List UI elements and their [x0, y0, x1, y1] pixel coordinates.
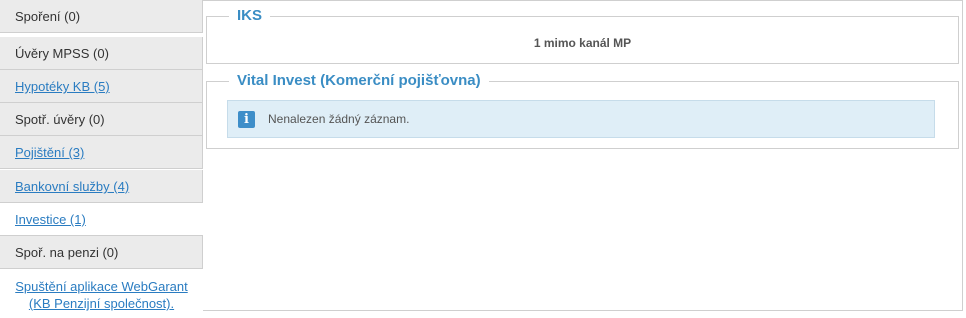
info-message-text: Nenalezen žádný záznam. [268, 112, 410, 126]
iks-value: 1 mimo kanál MP [533, 36, 632, 50]
sidebar-item-label: Úvěry MPSS (0) [15, 46, 109, 61]
info-message-box: i Nenalezen žádný záznam. [227, 100, 935, 138]
sidebar-item-label: Spotř. úvěry (0) [15, 112, 105, 127]
sidebar-item-pojisteni[interactable]: Pojištění (3) [0, 136, 203, 169]
sidebar-item-sporeni[interactable]: Spoření (0) [0, 0, 203, 33]
sidebar-item-uvery-mpss[interactable]: Úvěry MPSS (0) [0, 37, 203, 70]
iks-title: IKS [229, 6, 271, 26]
sidebar-item-label[interactable]: Investice (1) [15, 212, 86, 227]
sidebar-item-spor-na-penzi[interactable]: Spoř. na penzi (0) [0, 236, 203, 269]
webgarant-link-line1[interactable]: Spuštění aplikace WebGarant [15, 279, 187, 294]
vital-invest-section: Vital Invest (Komerční pojišťovna) i Nen… [206, 71, 959, 149]
app-root: Spoření (0) Úvěry MPSS (0) Hypotéky KB (… [0, 0, 966, 318]
iks-section: IKS 1 mimo kanál MP [206, 6, 959, 64]
sidebar-item-label[interactable]: Hypotéky KB (5) [15, 79, 110, 94]
vital-invest-title: Vital Invest (Komerční pojišťovna) [229, 71, 489, 91]
sidebar-item-bankovni-sluzby[interactable]: Bankovní služby (4) [0, 170, 203, 203]
webgarant-link-line2[interactable]: (KB Penzijní společnost). [29, 296, 174, 311]
main-panel: IKS 1 mimo kanál MP Vital Invest (Komerč… [203, 0, 963, 311]
webgarant-link[interactable]: Spuštění aplikace WebGarant (KB Penzijní… [15, 279, 187, 311]
sidebar-item-hypoteky-kb[interactable]: Hypotéky KB (5) [0, 70, 203, 103]
sidebar-item-label: Spoření (0) [15, 9, 81, 24]
info-icon: i [238, 110, 255, 128]
sidebar-nav: Spoření (0) Úvěry MPSS (0) Hypotéky KB (… [0, 0, 203, 318]
sidebar-item-label[interactable]: Pojištění (3) [15, 145, 84, 160]
sidebar-item-investice[interactable]: Investice (1) [0, 203, 203, 236]
sidebar-item-label[interactable]: Bankovní služby (4) [15, 179, 129, 194]
sidebar-item-spotr-uvery[interactable]: Spotř. úvěry (0) [0, 103, 203, 136]
sidebar-item-label: Spoř. na penzi (0) [15, 245, 119, 260]
webgarant-link-block: Spuštění aplikace WebGarant (KB Penzijní… [0, 270, 203, 312]
